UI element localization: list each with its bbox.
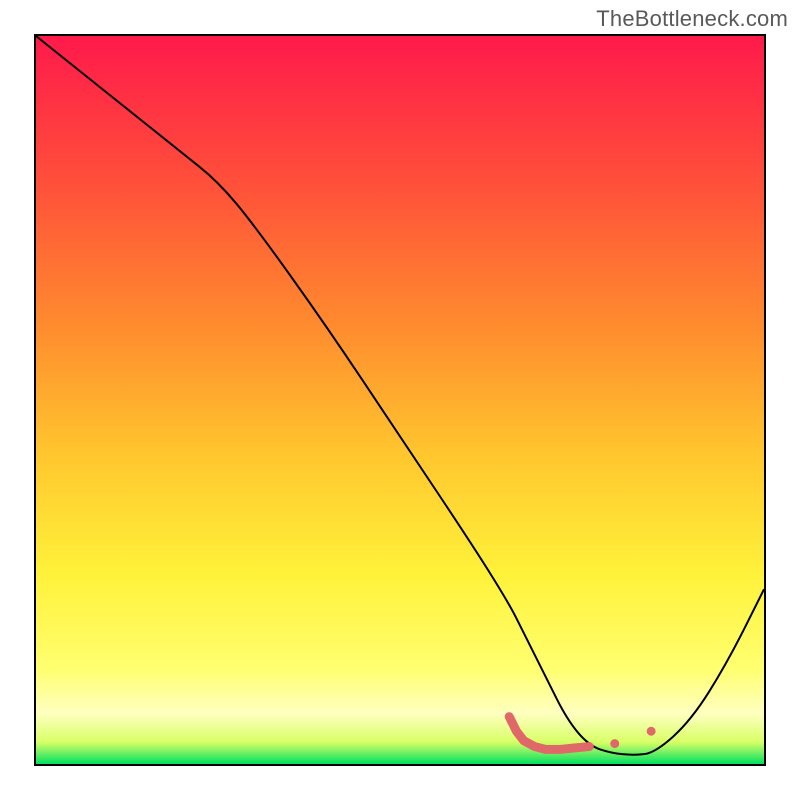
background-gradient: [36, 36, 764, 764]
watermark-text: TheBottleneck.com: [596, 6, 788, 32]
plot-area: [34, 34, 766, 766]
chart-container: TheBottleneck.com: [0, 0, 800, 800]
